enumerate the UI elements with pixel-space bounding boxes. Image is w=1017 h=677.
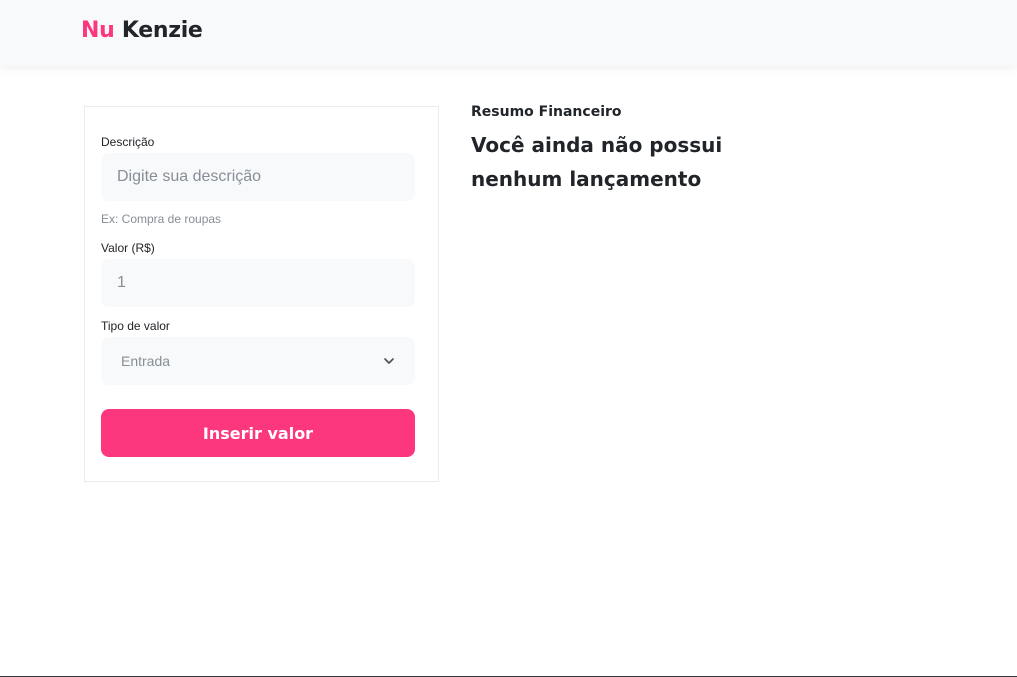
description-hint: Ex: Compra de roupas [101, 212, 222, 226]
description-input[interactable]: Digite sua descrição [101, 153, 415, 201]
summary-title: Resumo Financeiro [471, 104, 622, 120]
description-placeholder: Digite sua descrição [117, 168, 262, 185]
app-logo: Nu Kenzie [81, 18, 203, 43]
chevron-down-icon [383, 355, 395, 367]
description-label: Descrição [101, 135, 155, 149]
value-label: Valor (R$) [101, 241, 155, 255]
type-select-value: Entrada [121, 353, 171, 369]
top-bar: Nu Kenzie [0, 0, 1017, 66]
value-input-text: 1 [117, 274, 126, 291]
empty-state-message: Você ainda não possui nenhum lançamento [471, 133, 723, 191]
type-select[interactable]: Entrada [101, 337, 415, 385]
type-label: Tipo de valor [101, 319, 170, 333]
logo-kenzie: Kenzie [121, 18, 203, 43]
transaction-form: Descrição Digite sua descrição Ex: Compr… [84, 106, 439, 482]
insert-value-button[interactable]: Inserir valor [101, 409, 415, 457]
value-input[interactable]: 1 [101, 259, 415, 307]
logo-nu: Nu [81, 18, 115, 43]
